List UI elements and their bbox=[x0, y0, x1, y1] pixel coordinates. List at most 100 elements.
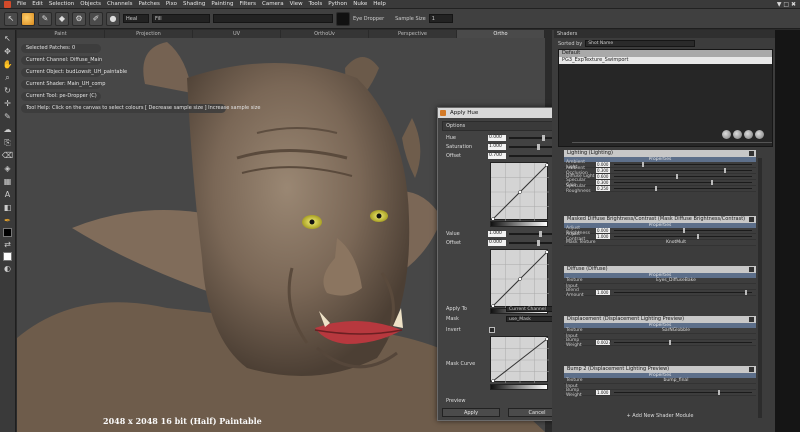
property-row[interactable]: Mask Texture KnotMult bbox=[564, 240, 756, 246]
clone-icon[interactable]: ⎘ bbox=[2, 137, 13, 148]
menu-patches[interactable]: Patches bbox=[135, 1, 162, 7]
settings-icon[interactable]: ⚙ bbox=[72, 11, 86, 26]
property-value[interactable]: 0.0027 bbox=[596, 340, 611, 345]
swatch-black-icon[interactable] bbox=[336, 11, 350, 26]
sample-size-field[interactable]: 1 bbox=[428, 14, 453, 23]
erase-icon[interactable]: ⌫ bbox=[2, 150, 13, 161]
add-shader-icon[interactable] bbox=[722, 130, 731, 139]
smudge-icon[interactable]: ☁ bbox=[2, 124, 13, 135]
property-value[interactable]: 0.600 bbox=[596, 174, 610, 179]
shader-list-item[interactable]: PG3_ExpTexture_Swimport bbox=[559, 57, 772, 64]
menu-painting[interactable]: Painting bbox=[208, 1, 236, 7]
hue-curve-graph[interactable] bbox=[490, 162, 549, 221]
add-shader-module-button[interactable]: + Add New Shader Module bbox=[564, 413, 756, 419]
menu-help[interactable]: Help bbox=[370, 1, 389, 7]
background-color-swatch[interactable] bbox=[3, 252, 12, 261]
collapse-icon[interactable] bbox=[749, 217, 754, 222]
zoom-icon[interactable]: ⌕ bbox=[2, 72, 13, 83]
property-value[interactable]: 0.000 bbox=[596, 228, 610, 233]
property-value[interactable]: 1.000 bbox=[596, 234, 610, 239]
hue-value[interactable]: 0.000 bbox=[488, 134, 506, 141]
property-texture[interactable]: KnotMult bbox=[596, 240, 756, 245]
property-row[interactable]: Specular Roughness 0.250 bbox=[564, 184, 756, 194]
property-value[interactable]: 0.250 bbox=[596, 186, 610, 191]
offset2-value[interactable]: 0.000 bbox=[488, 239, 506, 246]
saturation-value[interactable]: 1.000 bbox=[488, 143, 506, 150]
dropper-icon[interactable]: ✐ bbox=[89, 11, 103, 26]
transform-icon[interactable]: ✛ bbox=[2, 98, 13, 109]
tab-ortho[interactable]: Ortho bbox=[457, 30, 545, 38]
property-slider[interactable] bbox=[614, 186, 752, 191]
menu-selection[interactable]: Selection bbox=[46, 1, 77, 7]
color-icon[interactable]: ● bbox=[106, 11, 120, 26]
mask-icon[interactable]: ◧ bbox=[2, 202, 13, 213]
tab-orthouv[interactable]: OrthoUv bbox=[281, 30, 369, 38]
property-value[interactable]: 0.000 bbox=[596, 162, 610, 167]
property-slider[interactable] bbox=[614, 290, 752, 295]
brush-icon[interactable]: ✎ bbox=[38, 11, 52, 26]
property-slider[interactable] bbox=[614, 174, 752, 179]
module-title[interactable]: Displacement (Displacement Lighting Prev… bbox=[564, 316, 756, 323]
module-title[interactable]: Bump 2 (Displacement Lighting Preview) bbox=[564, 366, 756, 373]
mask-curve-graph[interactable] bbox=[490, 336, 549, 383]
value-curve-graph[interactable] bbox=[490, 249, 549, 308]
property-value[interactable]: 0.300 bbox=[596, 180, 610, 185]
tab-paint[interactable]: Paint bbox=[17, 30, 105, 38]
tab-perspective[interactable]: Perspective bbox=[369, 30, 457, 38]
select-icon[interactable]: ↖ bbox=[2, 33, 13, 44]
move-icon[interactable]: ✥ bbox=[2, 46, 13, 57]
menu-shading[interactable]: Shading bbox=[180, 1, 208, 7]
menu-filters[interactable]: Filters bbox=[236, 1, 259, 7]
reset-icon[interactable]: ◐ bbox=[2, 263, 13, 274]
fill-icon[interactable]: ◆ bbox=[55, 11, 69, 26]
swap-icon[interactable]: ⇄ bbox=[2, 239, 13, 250]
hand-icon[interactable]: ✋ bbox=[2, 59, 13, 70]
rotate-icon[interactable]: ↻ bbox=[2, 85, 13, 96]
tool-field-3[interactable] bbox=[213, 14, 333, 23]
shader-options-icon[interactable] bbox=[755, 130, 764, 139]
property-row[interactable]: Bump Weight 1.000 bbox=[564, 388, 756, 398]
paint-icon[interactable]: ✎ bbox=[2, 111, 13, 122]
property-slider[interactable] bbox=[614, 228, 752, 233]
module-title[interactable]: Diffuse (Diffuse) bbox=[564, 266, 756, 273]
menu-python[interactable]: Python bbox=[325, 1, 350, 7]
window-controls[interactable]: ▼ □ ✖ bbox=[777, 1, 796, 8]
foreground-color-swatch[interactable] bbox=[3, 228, 12, 237]
collapse-icon[interactable] bbox=[749, 267, 754, 272]
duplicate-shader-icon[interactable] bbox=[733, 130, 742, 139]
property-value[interactable]: 1.000 bbox=[596, 290, 610, 295]
menu-channels[interactable]: Channels bbox=[104, 1, 135, 7]
property-value[interactable]: 0.300 bbox=[596, 168, 610, 173]
property-texture[interactable]: bump_final bbox=[596, 378, 756, 383]
property-row[interactable]: Bump Weight 0.0027 bbox=[564, 338, 756, 348]
arrow-icon[interactable]: ↖ bbox=[4, 11, 18, 26]
menu-view[interactable]: View bbox=[287, 1, 306, 7]
apply-button[interactable]: Apply bbox=[442, 408, 500, 417]
property-value[interactable]: 1.000 bbox=[596, 390, 610, 395]
menu-tools[interactable]: Tools bbox=[306, 1, 326, 7]
collapse-icon[interactable] bbox=[749, 151, 754, 156]
property-slider[interactable] bbox=[614, 162, 752, 167]
property-slider[interactable] bbox=[614, 340, 752, 345]
pen-icon[interactable]: ✒ bbox=[2, 215, 13, 226]
text-icon[interactable]: A bbox=[2, 189, 13, 200]
shader-list-item[interactable]: Default bbox=[559, 50, 772, 57]
property-slider[interactable] bbox=[614, 234, 752, 239]
menu-objects[interactable]: Objects bbox=[77, 1, 104, 7]
menu-nuke[interactable]: Nuke bbox=[350, 1, 370, 7]
tool-field-2[interactable]: Fill bbox=[152, 14, 210, 23]
property-row[interactable]: Blend Amount 1.000 bbox=[564, 288, 756, 298]
menu-pixo[interactable]: Pixo bbox=[163, 1, 180, 7]
menu-edit[interactable]: Edit bbox=[29, 1, 46, 7]
menu-camera[interactable]: Camera bbox=[259, 1, 287, 7]
property-slider[interactable] bbox=[614, 390, 752, 395]
module-title[interactable]: Masked Diffuse Brightness/Contrast (Mask… bbox=[564, 216, 756, 223]
grid-icon[interactable]: ▦ bbox=[2, 176, 13, 187]
property-texture[interactable]: SarNGlobble bbox=[596, 328, 756, 333]
menu-file[interactable]: File bbox=[14, 1, 29, 7]
collapse-icon[interactable] bbox=[749, 367, 754, 372]
shader-panel-scrollbar[interactable] bbox=[758, 158, 762, 418]
paint-sphere-icon[interactable] bbox=[21, 11, 35, 26]
offset-value[interactable]: 0.700 bbox=[488, 152, 506, 159]
tab-uv[interactable]: UV bbox=[193, 30, 281, 38]
